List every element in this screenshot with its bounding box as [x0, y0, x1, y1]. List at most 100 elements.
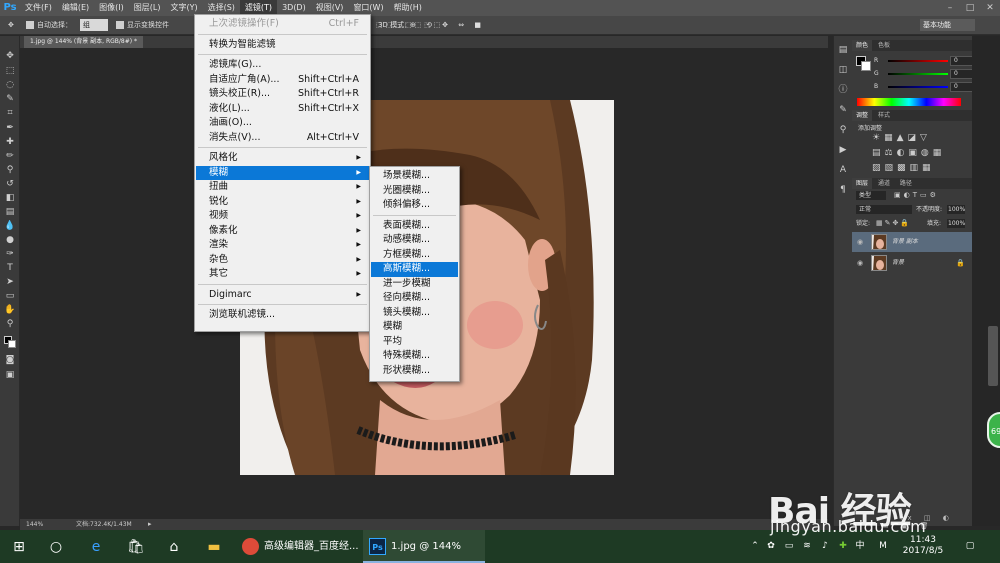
eyedropper-tool-icon[interactable]: ✒ [4, 122, 16, 134]
menu-item[interactable]: 图层(L) [129, 0, 166, 16]
shape-tool-icon[interactable]: ▭ [4, 290, 16, 302]
store-icon[interactable]: 🛍 [125, 536, 147, 558]
clone-source-panel-icon[interactable]: ⚲ [837, 124, 849, 136]
maximize-icon[interactable]: □ [960, 0, 980, 16]
blur-menu-item[interactable]: 光圈模糊... [371, 184, 458, 199]
filter-menu-item[interactable]: 消失点(V)... Alt+Ctrl+V [196, 131, 369, 146]
filter-menu-item[interactable]: 其它 ▶ [196, 267, 369, 282]
blur-menu-item[interactable]: 镜头模糊... [371, 306, 458, 321]
menu-item[interactable]: 编辑(E) [57, 0, 94, 16]
color-swatch-icon[interactable] [4, 336, 16, 348]
lock-icons[interactable]: ▦✎✥🔒 [876, 219, 911, 228]
history-panel-icon[interactable]: ▤ [837, 44, 849, 56]
filter-menu-item[interactable]: 镜头校正(R)... Shift+Ctrl+R [196, 87, 369, 102]
character-panel-icon[interactable]: A [837, 164, 849, 176]
tab-color[interactable]: 颜色 [852, 40, 873, 51]
filter-menu-item[interactable]: 液化(L)... Shift+Ctrl+X [196, 102, 369, 117]
filter-menu-item[interactable]: 转换为智能滤镜 [196, 38, 369, 53]
cortana-icon[interactable]: ○ [45, 536, 67, 558]
show-transform-checkbox[interactable]: 显示变换控件 [116, 19, 169, 31]
blur-menu-item[interactable]: 场景模糊... [371, 169, 458, 184]
layer-filter-icons[interactable]: ▣◐T▭⚙ [894, 191, 939, 199]
windows-start-icon[interactable]: ⊞ [8, 536, 30, 558]
filter-menu-item[interactable]: 自适应广角(A)... Shift+Ctrl+A [196, 73, 369, 88]
tray-up-arrow-icon[interactable]: ⌃ [748, 530, 762, 563]
layer-row[interactable]: ◉ 背景 🔒 [852, 253, 972, 273]
history-brush-tool-icon[interactable]: ↺ [4, 178, 16, 190]
menu-item[interactable]: 文件(F) [20, 0, 57, 16]
quick-select-tool-icon[interactable]: ✎ [4, 93, 16, 105]
filter-menu-item[interactable]: Digimarc ▶ [196, 288, 369, 303]
red-slider[interactable]: R 0 [874, 56, 980, 66]
type-tool-icon[interactable]: T [4, 262, 16, 274]
menu-item[interactable]: 帮助(H) [389, 0, 427, 16]
tab-layers[interactable]: 图层 [852, 178, 873, 189]
paragraph-panel-icon[interactable]: ¶ [837, 184, 849, 196]
clone-stamp-tool-icon[interactable]: ⚲ [4, 164, 16, 176]
auto-select-dropdown[interactable]: 组 [80, 19, 108, 31]
tab-styles[interactable]: 样式 [874, 110, 894, 121]
file-explorer-icon[interactable]: ▬ [203, 536, 225, 558]
blur-menu-item[interactable]: 进一步模糊 [371, 277, 458, 292]
dodge-tool-icon[interactable]: ● [4, 234, 16, 246]
tab-paths[interactable]: 路径 [896, 178, 916, 189]
filter-menu-item[interactable]: 模糊 ▶ [196, 165, 369, 180]
filter-menu-item[interactable]: 油画(O)... [196, 116, 369, 131]
taskbar-chrome-app[interactable]: 高级编辑器_百度经... [236, 530, 360, 563]
blur-menu-item[interactable]: 形状模糊... [371, 364, 458, 379]
tab-channels[interactable]: 通道 [874, 178, 894, 189]
brush-tool-icon[interactable]: ✏ [4, 150, 16, 162]
adjustment-icons-row-3[interactable]: ▨▧▩▥▦ [872, 163, 935, 173]
document-size-info[interactable]: 文档:732.4K/1.43M [76, 519, 132, 530]
layer-row[interactable]: ◉ 背景 副本 [852, 232, 972, 252]
pen-tool-icon[interactable]: ✑ [4, 248, 16, 260]
marquee-tool-icon[interactable]: ⬚ [4, 65, 16, 77]
minimize-icon[interactable]: – [940, 0, 960, 16]
blur-menu-item[interactable]: 高斯模糊... [371, 262, 458, 277]
filter-menu-item[interactable]: 滤镜库(G)... [196, 58, 369, 73]
fill-value[interactable]: 100% [947, 219, 965, 228]
floating-green-badge[interactable]: 69 [987, 412, 1000, 448]
blur-menu-item[interactable]: 模糊 [371, 320, 458, 335]
color-spectrum-bar[interactable] [857, 98, 961, 106]
filter-menu-item[interactable]: 视频 ▶ [196, 209, 369, 224]
blur-menu-item[interactable]: 表面模糊... [371, 219, 458, 234]
blur-tool-icon[interactable]: 💧 [4, 220, 16, 232]
close-icon[interactable]: ✕ [980, 0, 1000, 16]
visibility-eye-icon[interactable]: ◉ [857, 253, 863, 273]
screen-mode-icon[interactable]: ▣ [4, 369, 16, 381]
filter-menu-item[interactable]: 风格化 ▶ [196, 151, 369, 166]
opacity-value[interactable]: 100% [947, 205, 965, 214]
3d-mode-icons[interactable]: ⊕ ⟲ ✥ ⇔ ■ [410, 19, 485, 31]
home-icon[interactable]: ⌂ [163, 536, 185, 558]
gradient-tool-icon[interactable]: ▤ [4, 206, 16, 218]
filter-menu-item[interactable]: 锐化 ▶ [196, 195, 369, 210]
auto-select-checkbox[interactable]: 自动选择： [26, 19, 72, 31]
blur-menu-item[interactable]: 平均 [371, 335, 458, 350]
blur-menu-item[interactable]: 特殊模糊... [371, 349, 458, 364]
document-tab[interactable]: 1.jpg @ 144% (背景 副本, RGB/8#) * [24, 36, 143, 48]
zoom-tool-icon[interactable]: ⚲ [4, 318, 16, 330]
blur-menu-item[interactable]: 动感模糊... [371, 233, 458, 248]
status-arrow-icon[interactable]: ▸ [148, 519, 152, 530]
adjustment-icons-row-1[interactable]: ☀▦▲◪▽ [872, 133, 931, 143]
zoom-level[interactable]: 144% [26, 519, 43, 530]
lasso-tool-icon[interactable]: ◌ [4, 79, 16, 91]
tab-swatches[interactable]: 色板 [874, 40, 894, 51]
filter-menu-item[interactable]: 渲染 ▶ [196, 238, 369, 253]
filter-menu-item[interactable]: 像素化 ▶ [196, 224, 369, 239]
filter-menu-item[interactable]: 扭曲 ▶ [196, 180, 369, 195]
green-slider[interactable]: G 0 [874, 69, 980, 79]
layer-filter-dropdown[interactable]: 类型 [856, 191, 886, 200]
path-select-tool-icon[interactable]: ➤ [4, 276, 16, 288]
filter-menu-item[interactable]: 浏览联机滤镜... [196, 308, 369, 323]
notification-icon[interactable]: ▢ [962, 530, 978, 563]
blur-menu-item[interactable]: 方框模糊... [371, 248, 458, 263]
taskbar-photoshop-app[interactable]: Ps 1.jpg @ 144% (背... [363, 530, 485, 563]
edge-browser-icon[interactable]: e [85, 536, 107, 558]
move-tool-icon[interactable]: ✥ [4, 50, 16, 62]
adjustment-icons-row-2[interactable]: ▤⚖◐▣◍▦ [872, 148, 945, 158]
tab-adjustments[interactable]: 调整 [852, 110, 873, 121]
filter-menu-item[interactable]: 杂色 ▶ [196, 253, 369, 268]
scrollbar-thumb[interactable] [988, 326, 998, 386]
